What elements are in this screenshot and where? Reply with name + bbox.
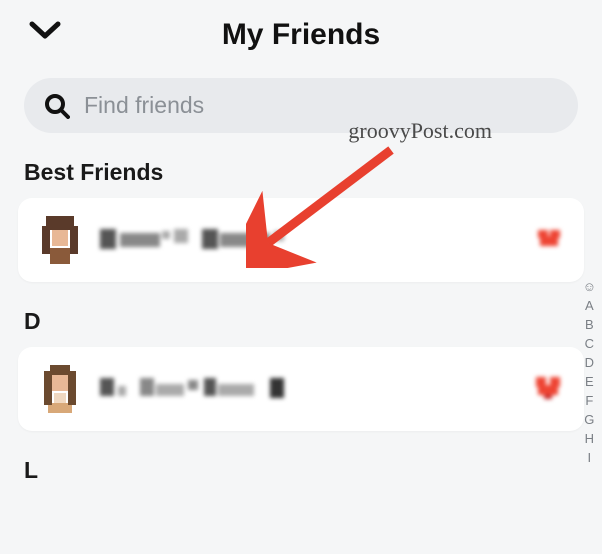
- friend-name: [100, 227, 516, 253]
- friend-row[interactable]: [18, 347, 584, 431]
- search-input[interactable]: [84, 92, 558, 119]
- smiley-icon[interactable]: ☺: [583, 280, 596, 293]
- page-title: My Friends: [24, 18, 578, 52]
- avatar: [40, 365, 80, 413]
- heart-icon: [536, 377, 562, 401]
- chevron-down-icon: [28, 20, 62, 42]
- alpha-index[interactable]: ☺ A B C D E F G H I: [583, 280, 596, 464]
- search-bar[interactable]: [24, 78, 578, 133]
- friend-row[interactable]: [18, 198, 584, 282]
- header: My Friends: [0, 0, 602, 72]
- alpha-index-letter[interactable]: A: [585, 299, 594, 312]
- section-header-d: D: [24, 308, 578, 335]
- alpha-index-letter[interactable]: G: [584, 413, 594, 426]
- avatar: [40, 216, 80, 264]
- alpha-index-letter[interactable]: B: [585, 318, 594, 331]
- friend-name: [100, 376, 516, 402]
- alpha-index-letter[interactable]: C: [585, 337, 594, 350]
- heart-icon: [536, 228, 562, 252]
- alpha-index-letter[interactable]: H: [585, 432, 594, 445]
- section-header-best-friends: Best Friends: [24, 159, 578, 186]
- alpha-index-letter[interactable]: E: [585, 375, 594, 388]
- alpha-index-letter[interactable]: I: [588, 451, 592, 464]
- search-icon: [44, 93, 70, 119]
- alpha-index-letter[interactable]: D: [585, 356, 594, 369]
- section-header-l: L: [24, 457, 578, 484]
- back-button[interactable]: [28, 20, 62, 47]
- alpha-index-letter[interactable]: F: [585, 394, 593, 407]
